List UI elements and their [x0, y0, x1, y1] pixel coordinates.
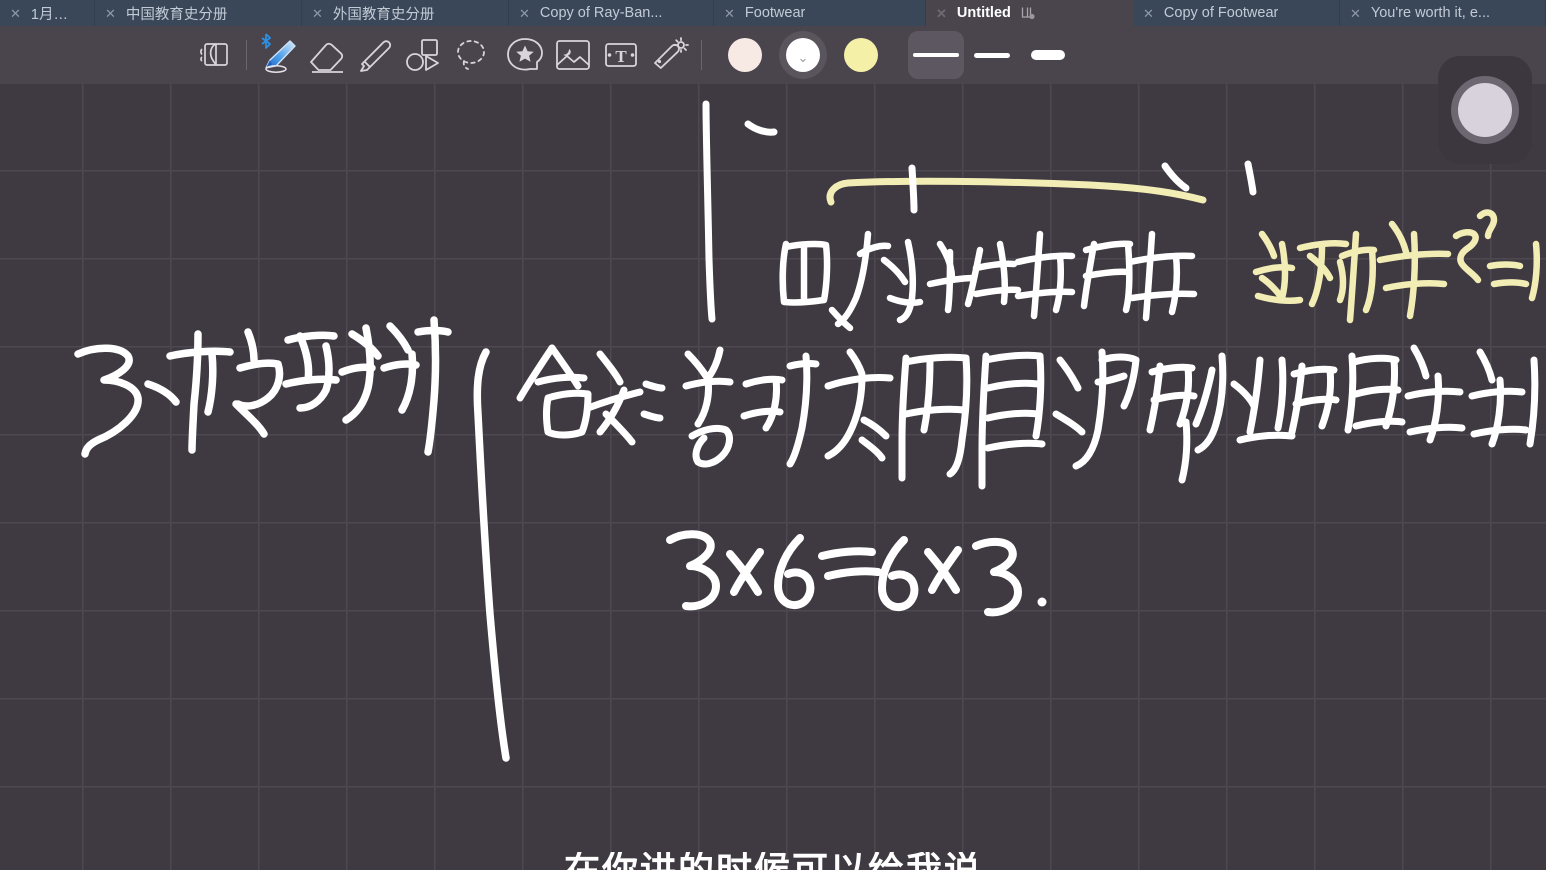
drawing-toolbar: T ⌄ — [0, 26, 1546, 84]
color-palette: ⌄ — [716, 31, 890, 79]
lasso-select-tool[interactable] — [447, 31, 495, 79]
color-swatch-white[interactable]: ⌄ — [774, 31, 832, 79]
tab-close-icon[interactable]: ✕ — [105, 7, 116, 20]
browser-tab[interactable]: ✕ 中国教育史分册 — [95, 0, 302, 26]
pen-tool[interactable] — [255, 31, 303, 79]
tab-close-icon[interactable]: ✕ — [10, 7, 21, 20]
page-layers-tool[interactable] — [190, 31, 238, 79]
white-ink-row-2 — [74, 316, 510, 762]
image-tool[interactable] — [549, 31, 597, 79]
color-swatch-yellow-dot — [844, 38, 878, 72]
chevron-down-icon[interactable]: ⌄ — [798, 51, 809, 64]
tab-label: Footwear — [744, 5, 806, 21]
handwriting-ink-layer — [74, 100, 1541, 762]
color-swatch-cream-dot — [728, 38, 762, 72]
tab-label: 外国教育史分册 — [332, 6, 435, 23]
highlighter-tool[interactable] — [351, 31, 399, 79]
yellow-ink-row-1 — [1252, 209, 1541, 324]
tab-label: Untitled — [956, 5, 1011, 21]
color-swatch-cream[interactable] — [716, 31, 774, 79]
browser-tab[interactable]: ✕ Copy of Ray-Ban... — [509, 0, 714, 26]
browser-tab[interactable]: ✕ 1月】高... — [0, 0, 95, 26]
split-view-icon[interactable] — [1021, 6, 1035, 20]
browser-tab-active[interactable]: ✕ Untitled — [926, 0, 1133, 26]
app-window: ✕ 1月】高... ✕ 中国教育史分册 ✕ 外国教育史分册 ✕ Copy of Ray-Ban… — [0, 0, 1546, 870]
stroke-width-medium-line — [974, 52, 1010, 58]
tab-label: Copy of Ray-Ban... — [539, 5, 663, 21]
browser-tab[interactable]: ✕ Footwear — [714, 0, 926, 26]
tab-close-icon[interactable]: ✕ — [519, 7, 530, 20]
stroke-width-group — [908, 31, 1076, 79]
eraser-tool[interactable] — [303, 31, 351, 79]
yellow-ink-strokes — [826, 177, 1207, 206]
browser-tab[interactable]: ✕ 外国教育史分册 — [302, 0, 509, 26]
browser-tab[interactable]: ✕ Copy of Footwear — [1133, 0, 1340, 26]
bottom-caption: 在你讲的时候可以给我说 — [0, 852, 1546, 870]
color-swatch-yellow[interactable] — [832, 31, 890, 79]
shapes-tool[interactable] — [399, 31, 447, 79]
stroke-width-thick-line — [1031, 50, 1065, 60]
tab-label: You're worth it, e... — [1370, 5, 1491, 21]
stroke-width-thin-line — [913, 53, 959, 57]
tab-close-icon[interactable]: ✕ — [724, 7, 735, 20]
white-ink-row-1 — [779, 230, 1198, 332]
tab-close-icon[interactable]: ✕ — [312, 7, 323, 20]
white-ink-math-expression — [666, 530, 1047, 617]
stroke-width-medium[interactable] — [964, 31, 1020, 79]
tab-close-icon[interactable]: ✕ — [1143, 7, 1154, 20]
record-button[interactable] — [1438, 56, 1532, 164]
tab-label: 1月】高... — [30, 6, 80, 23]
tab-close-icon[interactable]: ✕ — [936, 7, 947, 20]
browser-tab-bar: ✕ 1月】高... ✕ 中国教育史分册 ✕ 外国教育史分册 ✕ Copy of Ray-Ban… — [0, 0, 1546, 26]
toolbar-divider-2 — [701, 40, 702, 70]
bluetooth-icon — [260, 33, 272, 49]
text-tool[interactable]: T — [597, 31, 645, 79]
white-ink-row-3 — [516, 344, 1539, 490]
browser-tab[interactable]: ✕ You're worth it, e... — [1340, 0, 1546, 26]
tab-label: Copy of Footwear — [1163, 5, 1279, 21]
stroke-width-thick[interactable] — [1020, 31, 1076, 79]
svg-text:T: T — [615, 47, 627, 66]
magic-wand-tool[interactable] — [645, 31, 693, 79]
drawing-canvas[interactable] — [0, 84, 1546, 870]
toolbar-divider — [246, 40, 247, 70]
record-button-dot — [1458, 83, 1512, 137]
white-ink-strokes-top — [702, 100, 1257, 323]
sticker-tool[interactable] — [501, 31, 549, 79]
stroke-width-thin[interactable] — [908, 31, 964, 79]
tab-close-icon[interactable]: ✕ — [1350, 7, 1361, 20]
tab-label: 中国教育史分册 — [125, 6, 228, 23]
record-button-ring — [1451, 76, 1519, 144]
